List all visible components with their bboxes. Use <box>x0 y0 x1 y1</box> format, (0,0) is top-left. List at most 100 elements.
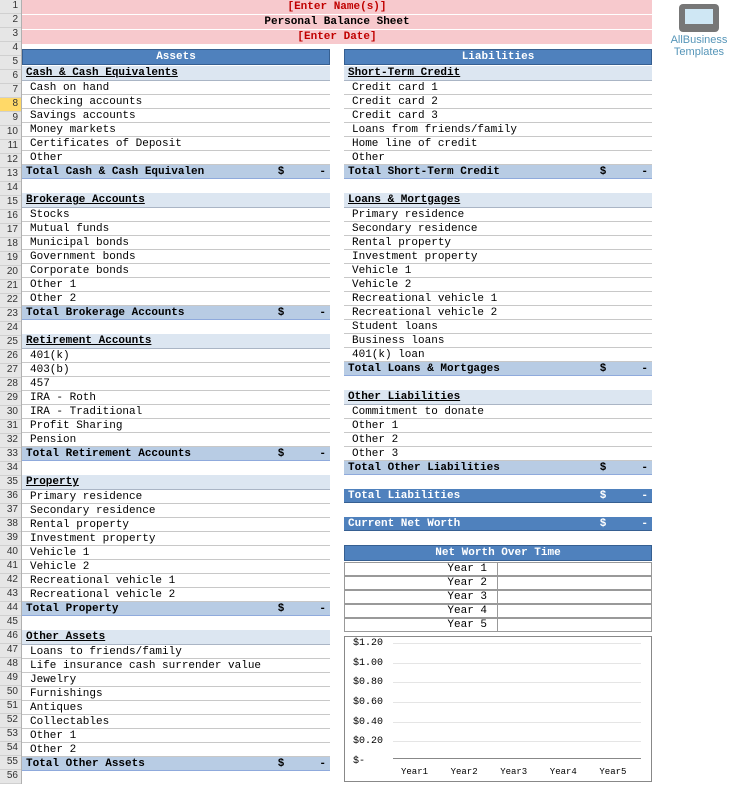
line-item[interactable]: Vehicle 2 <box>22 560 330 574</box>
line-item[interactable]: Stocks <box>22 208 330 222</box>
row-number[interactable]: 33 <box>0 448 21 462</box>
row-number[interactable]: 19 <box>0 252 21 266</box>
nw-year-row[interactable]: Year 4 <box>344 604 652 618</box>
row-number[interactable]: 27 <box>0 364 21 378</box>
row-number[interactable]: 1 <box>0 0 21 14</box>
line-item[interactable]: Rental property <box>22 518 330 532</box>
line-item[interactable]: 401(k) <box>22 349 330 363</box>
row-number[interactable]: 11 <box>0 140 21 154</box>
row-number[interactable]: 28 <box>0 378 21 392</box>
line-item[interactable]: Vehicle 1 <box>344 264 652 278</box>
line-item[interactable]: IRA - Roth <box>22 391 330 405</box>
line-item[interactable]: Investment property <box>344 250 652 264</box>
row-number[interactable]: 45 <box>0 616 21 630</box>
nw-year-row[interactable]: Year 3 <box>344 590 652 604</box>
row-number[interactable]: 32 <box>0 434 21 448</box>
line-item[interactable]: Mutual funds <box>22 222 330 236</box>
row-number[interactable]: 29 <box>0 392 21 406</box>
line-item[interactable]: Credit card 3 <box>344 109 652 123</box>
row-number[interactable]: 4 <box>0 42 21 56</box>
row-number[interactable]: 55 <box>0 756 21 770</box>
row-number[interactable]: 51 <box>0 700 21 714</box>
header-date[interactable]: [Enter Date] <box>22 30 652 44</box>
row-number[interactable]: 12 <box>0 154 21 168</box>
line-item[interactable]: Municipal bonds <box>22 236 330 250</box>
row-number[interactable]: 49 <box>0 672 21 686</box>
header-name[interactable]: [Enter Name(s)] <box>22 0 652 14</box>
line-item[interactable]: Other 3 <box>344 447 652 461</box>
row-number[interactable]: 56 <box>0 770 21 784</box>
row-number[interactable]: 50 <box>0 686 21 700</box>
line-item[interactable]: Life insurance cash surrender value <box>22 659 330 673</box>
row-number[interactable]: 6 <box>0 70 21 84</box>
row-number[interactable]: 47 <box>0 644 21 658</box>
row-number[interactable]: 34 <box>0 462 21 476</box>
row-number[interactable]: 17 <box>0 224 21 238</box>
line-item[interactable]: Home line of credit <box>344 137 652 151</box>
line-item[interactable]: Certificates of Deposit <box>22 137 330 151</box>
row-number[interactable]: 15 <box>0 196 21 210</box>
row-number[interactable]: 41 <box>0 560 21 574</box>
line-item[interactable]: Government bonds <box>22 250 330 264</box>
line-item[interactable]: Antiques <box>22 701 330 715</box>
line-item[interactable]: Money markets <box>22 123 330 137</box>
line-item[interactable]: Investment property <box>22 532 330 546</box>
line-item[interactable]: Student loans <box>344 320 652 334</box>
nw-year-row[interactable]: Year 2 <box>344 576 652 590</box>
line-item[interactable]: Business loans <box>344 334 652 348</box>
line-item[interactable]: Pension <box>22 433 330 447</box>
line-item[interactable]: Corporate bonds <box>22 264 330 278</box>
row-number[interactable]: 44 <box>0 602 21 616</box>
line-item[interactable]: Secondary residence <box>344 222 652 236</box>
line-item[interactable]: Other 2 <box>22 292 330 306</box>
line-item[interactable]: Other 1 <box>22 729 330 743</box>
row-number-ruler[interactable]: 1234567891011121314151617181920212223242… <box>0 0 22 784</box>
row-number[interactable]: 35 <box>0 476 21 490</box>
row-number[interactable]: 23 <box>0 308 21 322</box>
row-number[interactable]: 24 <box>0 322 21 336</box>
row-number[interactable]: 25 <box>0 336 21 350</box>
line-item[interactable]: Other 1 <box>22 278 330 292</box>
line-item[interactable]: Checking accounts <box>22 95 330 109</box>
line-item[interactable]: Other 2 <box>22 743 330 757</box>
line-item[interactable]: Credit card 1 <box>344 81 652 95</box>
row-number[interactable]: 38 <box>0 518 21 532</box>
nw-year-row[interactable]: Year 5 <box>344 618 652 632</box>
row-number[interactable]: 2 <box>0 14 21 28</box>
line-item[interactable]: 401(k) loan <box>344 348 652 362</box>
line-item[interactable]: Loans from friends/family <box>344 123 652 137</box>
row-number[interactable]: 22 <box>0 294 21 308</box>
nw-year-row[interactable]: Year 1 <box>344 562 652 576</box>
line-item[interactable]: Vehicle 1 <box>22 546 330 560</box>
line-item[interactable]: Other 1 <box>344 419 652 433</box>
line-item[interactable]: Primary residence <box>22 490 330 504</box>
row-number[interactable]: 48 <box>0 658 21 672</box>
line-item[interactable]: Furnishings <box>22 687 330 701</box>
line-item[interactable]: Secondary residence <box>22 504 330 518</box>
row-number[interactable]: 18 <box>0 238 21 252</box>
line-item[interactable]: Recreational vehicle 1 <box>22 574 330 588</box>
row-number[interactable]: 14 <box>0 182 21 196</box>
line-item[interactable]: Cash on hand <box>22 81 330 95</box>
line-item[interactable]: Rental property <box>344 236 652 250</box>
line-item[interactable]: Commitment to donate <box>344 405 652 419</box>
line-item[interactable]: 457 <box>22 377 330 391</box>
line-item[interactable]: Other <box>344 151 652 165</box>
row-number[interactable]: 54 <box>0 742 21 756</box>
row-number[interactable]: 5 <box>0 56 21 70</box>
row-number[interactable]: 52 <box>0 714 21 728</box>
row-number[interactable]: 30 <box>0 406 21 420</box>
line-item[interactable]: Savings accounts <box>22 109 330 123</box>
row-number[interactable]: 7 <box>0 84 21 98</box>
line-item[interactable]: Jewelry <box>22 673 330 687</box>
line-item[interactable]: Recreational vehicle 2 <box>344 306 652 320</box>
row-number[interactable]: 10 <box>0 126 21 140</box>
line-item[interactable]: Recreational vehicle 1 <box>344 292 652 306</box>
row-number[interactable]: 21 <box>0 280 21 294</box>
line-item[interactable]: Vehicle 2 <box>344 278 652 292</box>
line-item[interactable]: 403(b) <box>22 363 330 377</box>
row-number[interactable]: 42 <box>0 574 21 588</box>
row-number[interactable]: 43 <box>0 588 21 602</box>
row-number[interactable]: 40 <box>0 546 21 560</box>
line-item[interactable]: Credit card 2 <box>344 95 652 109</box>
